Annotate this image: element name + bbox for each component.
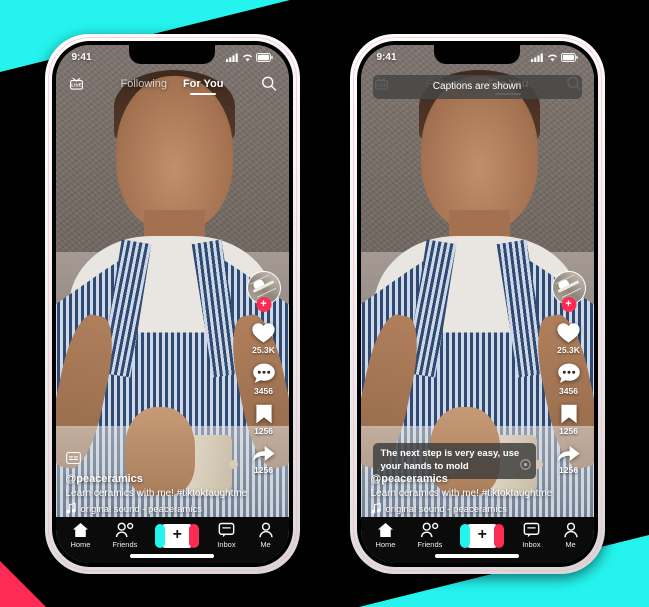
music-note-icon [370, 502, 381, 517]
phone-notch [129, 44, 215, 64]
creator-handle[interactable]: @peaceramics [371, 473, 584, 485]
wifi-icon [547, 53, 558, 62]
follow-button[interactable]: + [256, 296, 271, 312]
screenshot-stage: 9:41 LIVE Following For You + 25.3K 3456… [0, 0, 649, 607]
wifi-icon [242, 53, 253, 62]
nav-home[interactable]: Home [70, 522, 90, 549]
bookmark-button[interactable]: 1256 [254, 403, 274, 436]
comment-button[interactable]: 3456 [252, 362, 276, 396]
video-description: Learn ceramics with me! #tiktoktaughtme [370, 487, 553, 499]
action-rail: + 25.3K 3456 1256 1256 [246, 270, 281, 475]
music-row[interactable]: original sound - peaceramics [370, 502, 584, 517]
action-rail: + 25.3K 3456 1256 1256 [551, 270, 586, 475]
phone-left: 9:41 LIVE Following For You + 25.3K 3456… [44, 33, 300, 574]
nav-friends[interactable]: Friends [112, 522, 137, 549]
comment-icon [557, 362, 581, 385]
comment-icon [252, 362, 276, 385]
nav-home-label: Home [70, 540, 91, 549]
video-info: @peaceramics Learn ceramics with me! #ti… [66, 451, 279, 517]
share-icon [556, 443, 581, 464]
caption-text: The next step is very easy, use your han… [380, 447, 520, 472]
comment-count: 3456 [254, 385, 273, 396]
create-plus-label: + [172, 525, 182, 543]
music-note-icon [65, 502, 76, 517]
phone-bezel: 9:41 [356, 40, 598, 567]
nav-inbox[interactable]: Inbox [217, 522, 236, 549]
music-row[interactable]: original sound - peaceramics [65, 502, 279, 517]
nav-home[interactable]: Home [375, 522, 395, 549]
nav-me-label: Me [565, 540, 576, 549]
home-indicator [130, 554, 214, 558]
nav-inbox-label: Inbox [522, 540, 541, 549]
svg-text:LIVE: LIVE [71, 82, 82, 88]
captions-toast: Captions are shown [372, 74, 582, 99]
follow-button[interactable]: + [561, 296, 576, 312]
status-time: 9:41 [376, 52, 397, 63]
top-navigation: LIVE Following For You [56, 71, 289, 101]
nav-inbox-label: Inbox [217, 540, 236, 549]
heart-icon [251, 321, 276, 344]
tab-for-you[interactable]: For You [183, 78, 224, 95]
phone-notch [434, 44, 520, 64]
nav-me-label: Me [260, 540, 271, 549]
battery-icon [255, 53, 273, 62]
bookmark-icon [254, 403, 274, 425]
creator-avatar[interactable]: + [246, 270, 281, 312]
cellular-signal-icon [225, 53, 239, 62]
create-plus-icon[interactable]: + [460, 523, 505, 548]
video-info: @peaceramics Learn ceramics with me! #ti… [371, 473, 584, 517]
music-title: original sound - peaceramics [80, 504, 202, 515]
tab-following[interactable]: Following [120, 78, 166, 94]
creator-handle[interactable]: @peaceramics [66, 473, 279, 485]
create-plus-label: + [477, 525, 487, 543]
cellular-signal-icon [530, 53, 544, 62]
like-count: 25.3K [252, 344, 275, 355]
status-time: 9:41 [71, 52, 92, 63]
bookmark-icon [559, 403, 579, 425]
bookmark-count: 1256 [254, 425, 273, 436]
creator-avatar[interactable]: + [551, 270, 586, 312]
create-plus-icon[interactable]: + [155, 523, 200, 548]
like-button[interactable]: 25.3K [556, 321, 581, 355]
home-indicator [435, 554, 519, 558]
nav-friends-label: Friends [417, 540, 443, 549]
comment-button[interactable]: 3456 [557, 362, 581, 396]
bookmark-button[interactable]: 1256 [559, 403, 579, 436]
bookmark-count: 1256 [559, 425, 578, 436]
comment-count: 3456 [559, 385, 578, 396]
live-icon[interactable]: LIVE [68, 75, 85, 97]
search-icon[interactable] [261, 75, 277, 96]
phone-screen: 9:41 [360, 44, 594, 563]
nav-home-label: Home [375, 540, 396, 549]
battery-icon [560, 53, 578, 62]
nav-inbox[interactable]: Inbox [522, 522, 541, 549]
phone-mockup-pair: 9:41 LIVE Following For You + 25.3K 3456… [0, 0, 649, 607]
music-title: original sound - peaceramics [385, 504, 507, 515]
like-button[interactable]: 25.3K [251, 321, 276, 355]
nav-me[interactable]: Me [563, 522, 579, 549]
video-description: Learn ceramics with me! #tiktoktaughtme [65, 487, 248, 499]
share-button[interactable]: 1256 [556, 443, 581, 475]
like-count: 25.3K [557, 344, 580, 355]
phone-right: 9:41 Captions are shown + 25.3K 3456 125… [349, 33, 605, 574]
nav-friends[interactable]: Friends [417, 522, 442, 549]
heart-icon [556, 321, 581, 344]
closed-caption-icon[interactable] [65, 451, 279, 469]
nav-friends-label: Friends [112, 540, 138, 549]
phone-bezel: 9:41 [51, 40, 293, 567]
phone-screen: 9:41 [55, 44, 289, 563]
nav-me[interactable]: Me [258, 522, 274, 549]
